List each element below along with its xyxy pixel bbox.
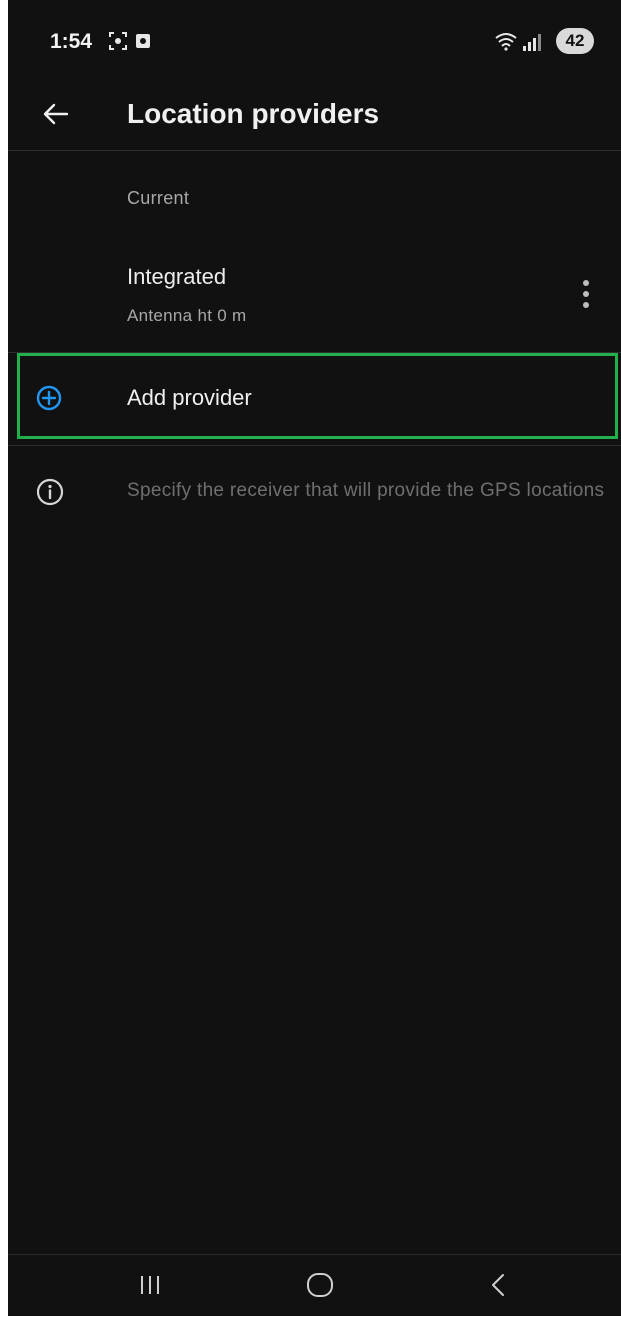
divider <box>8 150 621 151</box>
status-time: 1:54 <box>50 30 93 53</box>
signal-icon <box>523 34 541 51</box>
nav-back-button[interactable] <box>476 1265 520 1305</box>
home-button[interactable] <box>298 1265 342 1305</box>
more-options-button[interactable] <box>568 272 604 316</box>
screenshot-icon <box>109 32 127 50</box>
selection-highlight <box>17 353 618 439</box>
arrow-left-icon <box>43 103 69 125</box>
back-icon <box>492 1274 504 1296</box>
battery-indicator: 42 <box>556 28 594 54</box>
section-label-current: Current <box>127 188 190 208</box>
recents-button[interactable] <box>128 1265 172 1305</box>
page-title: Location providers <box>127 98 380 129</box>
home-icon <box>307 1273 333 1297</box>
app-bar: Location providers <box>8 84 621 150</box>
provider-row-integrated[interactable]: Integrated Antenna ht 0 m <box>8 252 621 352</box>
info-text: Specify the receiver that will provide t… <box>127 480 605 501</box>
navigation-bar <box>8 1255 621 1316</box>
phone-screen: 1:54 42 Location providers Current Integ… <box>8 0 621 1316</box>
provider-subtitle: Antenna ht 0 m <box>127 306 247 325</box>
divider <box>8 445 621 446</box>
provider-name: Integrated <box>127 264 227 289</box>
recents-icon <box>141 1276 159 1294</box>
more-vertical-icon <box>583 280 589 308</box>
info-icon <box>36 478 64 506</box>
status-bar: 1:54 42 <box>8 0 621 84</box>
back-button[interactable] <box>36 94 76 134</box>
wifi-icon <box>495 33 517 51</box>
record-icon <box>136 34 150 48</box>
